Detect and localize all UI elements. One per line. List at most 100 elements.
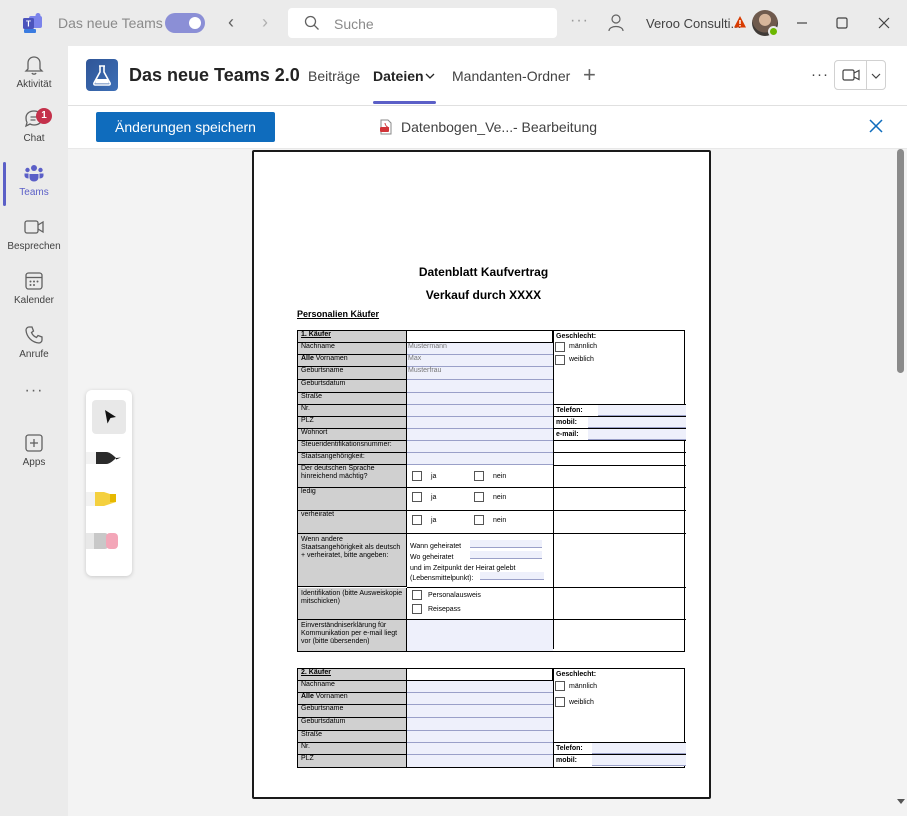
checkbox-language-no[interactable] bbox=[474, 471, 484, 481]
label-birthname: Geburtsname bbox=[298, 705, 407, 718]
minimize-icon[interactable] bbox=[792, 13, 812, 33]
presence-available-icon bbox=[768, 26, 779, 37]
label-zip: PLZ bbox=[298, 417, 407, 429]
checkbox-married-no[interactable] bbox=[474, 515, 484, 525]
meet-now-button[interactable] bbox=[834, 60, 886, 90]
checkbox-id-card[interactable] bbox=[412, 590, 422, 600]
field-birthname[interactable]: Musterfrau bbox=[407, 367, 553, 380]
mobile-label: mobil: bbox=[556, 757, 577, 764]
phone-field[interactable] bbox=[592, 743, 686, 754]
field-birthdate[interactable] bbox=[407, 380, 553, 393]
warning-icon[interactable] bbox=[733, 15, 747, 29]
pen-tool[interactable] bbox=[86, 444, 132, 478]
organization-name[interactable]: Veroo Consulti... bbox=[646, 16, 741, 31]
app-name: Das neue Teams bbox=[58, 15, 163, 31]
label-consent: Einverständniserklärung für Kommunikatio… bbox=[298, 620, 407, 651]
mobile-field[interactable] bbox=[592, 755, 686, 766]
maximize-icon[interactable] bbox=[832, 13, 852, 33]
save-changes-button[interactable]: Änderungen speichern bbox=[96, 112, 275, 142]
label-birthdate: Geburtsdatum bbox=[298, 380, 407, 393]
rail-item-calls[interactable]: Anrufe bbox=[0, 324, 68, 378]
highlighter-tool[interactable] bbox=[86, 484, 132, 518]
close-icon[interactable] bbox=[868, 118, 884, 134]
chevron-down-icon[interactable] bbox=[871, 72, 881, 80]
rail-item-teams[interactable]: Teams bbox=[0, 162, 68, 216]
passport-label: Reisepass bbox=[428, 606, 461, 613]
chat-unread-badge: 1 bbox=[36, 108, 52, 124]
label-single: ledig bbox=[298, 488, 407, 511]
flask-icon bbox=[93, 65, 111, 86]
field-consent[interactable] bbox=[407, 620, 553, 651]
pen-icon bbox=[86, 452, 121, 464]
no-label: nein bbox=[493, 473, 507, 480]
section-heading: Personalien Käufer bbox=[297, 309, 380, 319]
field-number[interactable] bbox=[407, 743, 553, 755]
rail-item-chat[interactable]: 1 Chat bbox=[0, 108, 68, 162]
checkbox-male[interactable] bbox=[555, 681, 565, 691]
scrollbar-thumb[interactable] bbox=[897, 149, 904, 373]
title-bar: T Das neue Teams ‹ › Suche ··· Veroo Con… bbox=[0, 0, 907, 46]
rail-item-activity[interactable]: Aktivität bbox=[0, 54, 68, 108]
field-city[interactable] bbox=[407, 429, 553, 441]
email-field[interactable] bbox=[588, 429, 686, 440]
label-firstnames: Alle Vornamen bbox=[298, 693, 407, 705]
yes-label: ja bbox=[431, 494, 437, 501]
field-firstnames[interactable]: Max bbox=[407, 355, 553, 367]
rail-item-apps[interactable]: Apps bbox=[0, 432, 68, 486]
field-street[interactable] bbox=[407, 393, 553, 405]
field-firstnames[interactable] bbox=[407, 693, 553, 705]
rail-item-calendar[interactable]: Kalender bbox=[0, 270, 68, 324]
field-lastname[interactable]: Mustermann bbox=[407, 343, 553, 355]
yes-label: ja bbox=[431, 517, 437, 524]
eraser-tool[interactable] bbox=[86, 526, 132, 560]
field-zip[interactable] bbox=[407, 417, 553, 429]
add-tab-icon[interactable]: + bbox=[583, 62, 596, 88]
field-lastname[interactable] bbox=[407, 681, 553, 693]
checkbox-female[interactable] bbox=[555, 697, 565, 707]
field-nationality[interactable] bbox=[407, 453, 553, 465]
field-street[interactable] bbox=[407, 731, 553, 743]
select-tool[interactable] bbox=[92, 400, 126, 434]
field-zip[interactable] bbox=[407, 755, 553, 767]
field-tax-id[interactable] bbox=[407, 441, 553, 453]
field-birthdate[interactable] bbox=[407, 718, 553, 731]
more-options-icon[interactable]: ··· bbox=[570, 12, 589, 30]
married-when-field[interactable] bbox=[470, 540, 542, 548]
checkbox-female[interactable] bbox=[555, 355, 565, 365]
rail-item-meet[interactable]: Besprechen bbox=[0, 216, 68, 270]
field-birthname[interactable] bbox=[407, 705, 553, 718]
life-center-field[interactable] bbox=[480, 572, 544, 580]
checkbox-single-yes[interactable] bbox=[412, 492, 422, 502]
tab-files[interactable]: Dateien bbox=[373, 68, 424, 84]
mobile-field[interactable] bbox=[588, 417, 686, 428]
new-teams-toggle[interactable] bbox=[165, 13, 205, 33]
close-window-icon[interactable] bbox=[874, 13, 894, 33]
scroll-down-icon[interactable] bbox=[897, 799, 905, 804]
forward-icon[interactable]: › bbox=[262, 12, 268, 32]
team-avatar[interactable] bbox=[86, 59, 118, 91]
chevron-down-icon[interactable] bbox=[425, 72, 435, 80]
back-icon[interactable]: ‹ bbox=[228, 12, 234, 32]
checkbox-language-yes[interactable] bbox=[412, 471, 422, 481]
vertical-scrollbar[interactable] bbox=[894, 149, 907, 816]
checkbox-male[interactable] bbox=[555, 342, 565, 352]
rail-label-calls: Anrufe bbox=[19, 349, 49, 360]
tab-client-folder[interactable]: Mandanten-Ordner bbox=[452, 68, 570, 84]
more-options-icon[interactable]: ··· bbox=[811, 66, 829, 83]
people-icon[interactable] bbox=[607, 13, 625, 33]
video-camera-icon bbox=[842, 69, 860, 81]
checkbox-passport[interactable] bbox=[412, 604, 422, 614]
more-apps-icon[interactable]: ··· bbox=[0, 382, 68, 400]
married-where-field[interactable] bbox=[470, 551, 542, 559]
column-divider bbox=[553, 331, 554, 649]
label-city: Wohnort bbox=[298, 429, 407, 441]
field-number[interactable] bbox=[407, 405, 553, 417]
tab-posts[interactable]: Beiträge bbox=[308, 68, 360, 84]
checkbox-married-yes[interactable] bbox=[412, 515, 422, 525]
checkbox-single-no[interactable] bbox=[474, 492, 484, 502]
calendar-icon bbox=[25, 272, 43, 290]
phone-field[interactable] bbox=[598, 405, 686, 416]
document-page[interactable]: Datenblatt Kaufvertrag Verkauf durch XXX… bbox=[252, 150, 711, 799]
search-box[interactable]: Suche bbox=[288, 8, 557, 38]
svg-text:T: T bbox=[26, 20, 31, 29]
